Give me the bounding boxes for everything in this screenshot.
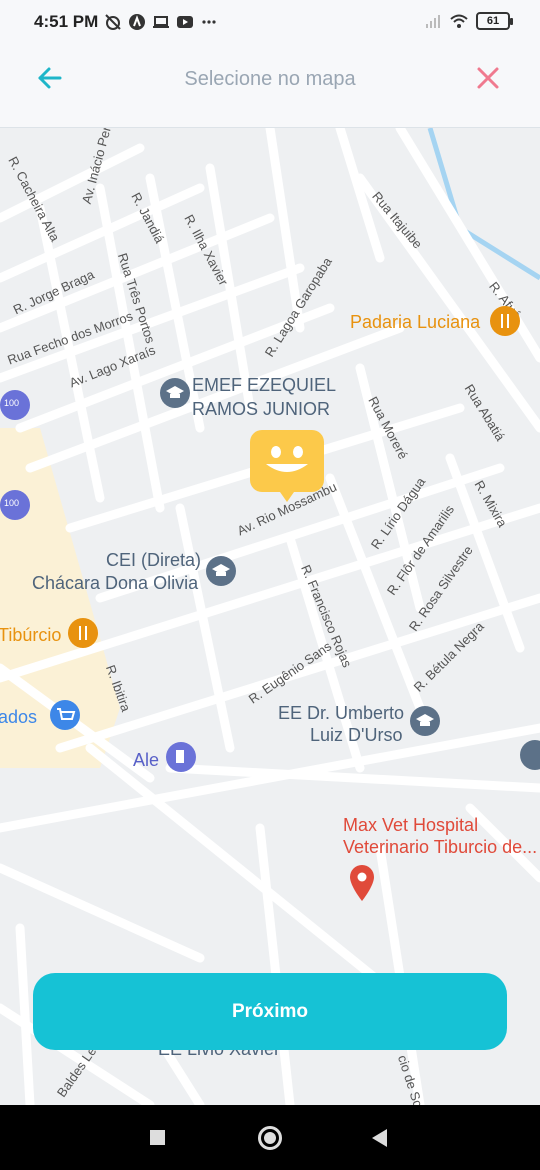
poi-ale-label: Ale [133,750,160,770]
poi-cei-label-2: Chácara Dona Olivia [32,573,199,593]
next-button[interactable]: Próximo [33,973,507,1050]
more-dots-icon [202,20,216,24]
system-nav-bar [0,1105,540,1170]
map-view[interactable]: R. Cacheira Alta Av. Inácio Penteado R. … [0,128,540,1105]
fuel-icon[interactable] [166,742,196,772]
status-time: 4:51 PM [34,12,99,31]
wifi-icon [450,14,468,28]
location-marker-icon[interactable] [250,430,324,504]
bus-stop-badge: 100 [4,498,20,508]
poi-tiburcio-label: Tibúrcio [0,625,62,645]
shopping-cart-icon[interactable] [50,700,80,730]
bus-stop-badge: 100 [4,398,20,408]
school-icon[interactable] [410,706,440,736]
fork-knife-icon[interactable] [68,618,98,648]
header: Selecione no mapa [0,46,540,128]
status-bar: 4:51 PM 61 [0,0,540,46]
poi-ados-label: ados [0,707,38,727]
fork-knife-icon[interactable] [490,306,520,336]
muted-alarm-icon [105,14,121,30]
signal-icon [426,15,440,28]
back-icon[interactable] [372,1129,387,1147]
poi-maxvet-label: Max Vet Hospital [343,815,479,835]
poi-cei-label: CEI (Direta) [106,550,202,570]
poi-emef-label-2: RAMOS JUNIOR [192,399,331,419]
school-icon[interactable] [206,556,236,586]
poi-ee-label: EE Dr. Umberto [278,703,405,723]
page-title: Selecione no mapa [184,68,356,90]
poi-padaria-label: Padaria Luciana [350,312,481,332]
close-icon [477,67,499,89]
hospital-pin-icon[interactable] [348,864,376,902]
poi-maxvet-label-2: Veterinario Tiburcio de... [343,837,538,857]
poi-emef-label: EMEF EZEQUIEL [192,375,337,395]
notification-icons [104,13,218,31]
app-icon [129,14,145,30]
home-icon[interactable] [258,1126,282,1150]
poi-ee-label-2: Luiz D'Urso [310,725,403,745]
youtube-icon [177,16,193,28]
school-icon[interactable] [160,378,190,408]
recent-apps-icon[interactable] [150,1130,165,1145]
close-button[interactable] [472,62,504,94]
battery-icon: 61 [476,12,513,30]
laptop-icon [153,16,169,28]
system-icons: 61 [424,12,513,30]
